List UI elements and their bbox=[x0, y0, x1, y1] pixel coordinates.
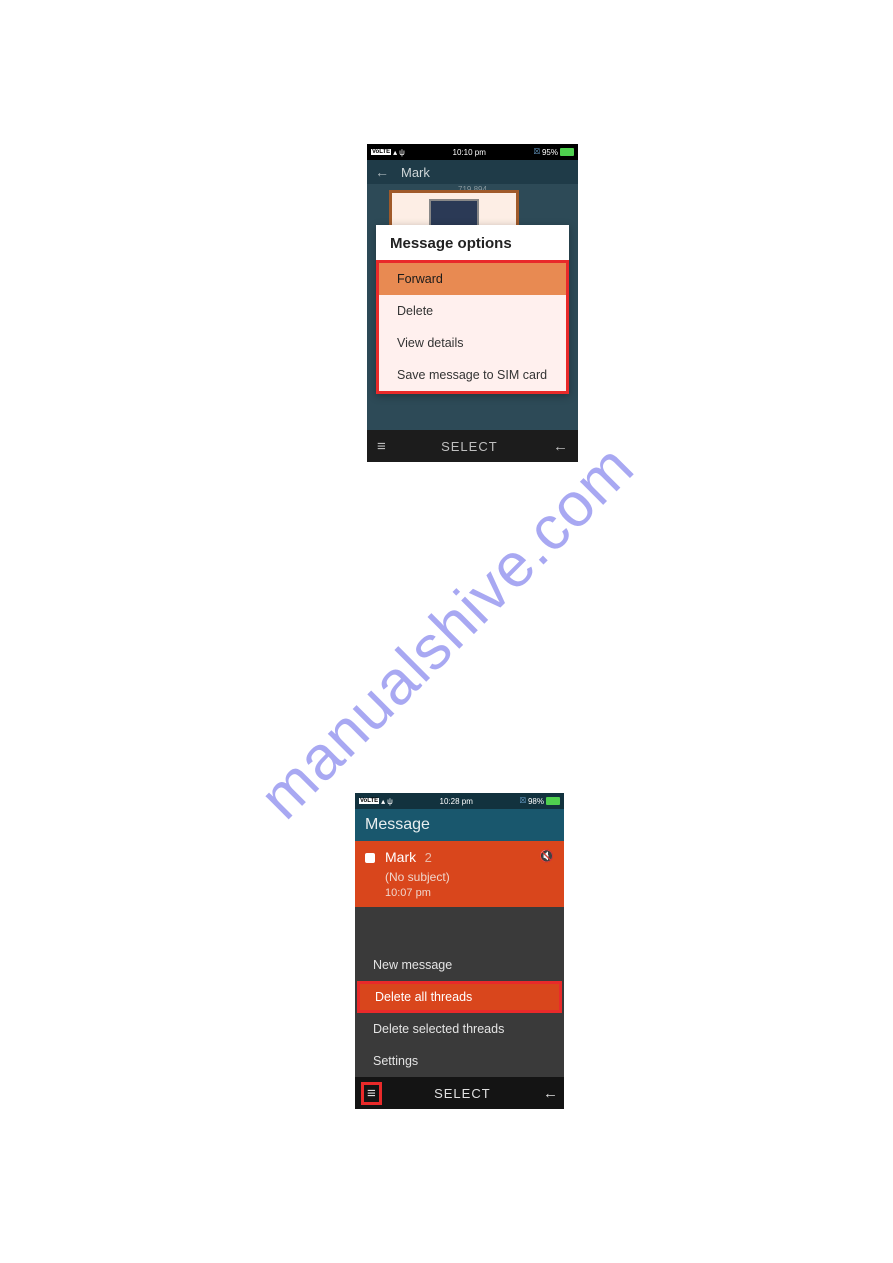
battery-percent: 98% bbox=[528, 797, 544, 806]
thread-name: Mark bbox=[385, 849, 416, 865]
battery-percent: 95% bbox=[542, 148, 558, 157]
menu-new-message[interactable]: New message bbox=[355, 949, 564, 981]
status-bar: VoLTE ▴ ψ 10:28 pm ⮽ 98% bbox=[355, 793, 564, 809]
soft-key-bar: ≡ SELECT ← bbox=[367, 430, 578, 462]
app-title: Message bbox=[365, 816, 430, 834]
select-key[interactable]: SELECT bbox=[434, 1086, 491, 1101]
option-save-to-sim[interactable]: Save message to SIM card bbox=[379, 359, 566, 391]
status-bar: VoLTE ▴ ψ 10:10 pm ⮽ 95% bbox=[367, 144, 578, 160]
option-delete[interactable]: Delete bbox=[379, 295, 566, 327]
bluetooth-icon: ⮽ bbox=[520, 796, 526, 806]
menu-icon[interactable]: ≡ bbox=[377, 438, 386, 455]
menu-settings[interactable]: Settings bbox=[355, 1045, 564, 1077]
bluetooth-icon: ⮽ bbox=[534, 147, 540, 157]
signal-icon: ▴ bbox=[393, 148, 397, 157]
dialog-options-highlight: Forward Delete View details Save message… bbox=[376, 260, 569, 394]
watermark-text: manualshive.com bbox=[246, 431, 648, 833]
soft-key-bar: ≡ SELECT ← bbox=[355, 1077, 564, 1109]
contact-name: Mark bbox=[401, 165, 430, 180]
back-key-icon[interactable]: ← bbox=[543, 1085, 558, 1102]
thread-info: Mark 2 (No subject) 10:07 pm bbox=[385, 849, 554, 899]
battery-icon bbox=[560, 148, 574, 156]
status-time: 10:10 pm bbox=[453, 148, 486, 157]
thread-time: 10:07 pm bbox=[385, 887, 554, 899]
signal-icon: ▴ bbox=[381, 797, 385, 806]
back-key-icon[interactable]: ← bbox=[553, 438, 568, 455]
screenshot-message-options: VoLTE ▴ ψ 10:10 pm ⮽ 95% ← Mark 719 894 … bbox=[367, 144, 578, 462]
app-header: Message bbox=[355, 809, 564, 841]
thread-row[interactable]: Mark 2 (No subject) 10:07 pm 🔇 bbox=[355, 841, 564, 907]
menu-icon[interactable]: ≡ bbox=[367, 1086, 376, 1101]
thread-count: 2 bbox=[425, 850, 432, 865]
usb-icon: ψ bbox=[399, 148, 405, 157]
screenshot-message-list: VoLTE ▴ ψ 10:28 pm ⮽ 98% Message Mark 2 … bbox=[355, 793, 564, 1109]
mute-icon: 🔇 bbox=[539, 849, 554, 863]
option-view-details[interactable]: View details bbox=[379, 327, 566, 359]
message-options-dialog: Message options Forward Delete View deta… bbox=[376, 225, 569, 394]
checkbox-icon[interactable] bbox=[365, 853, 375, 863]
back-icon[interactable]: ← bbox=[375, 164, 389, 180]
select-key[interactable]: SELECT bbox=[441, 439, 498, 454]
menu-key-highlight: ≡ bbox=[361, 1082, 382, 1105]
usb-icon: ψ bbox=[387, 797, 393, 806]
menu-delete-selected-threads[interactable]: Delete selected threads bbox=[355, 1013, 564, 1045]
conversation-header: ← Mark bbox=[367, 160, 578, 184]
volte-icon: VoLTE bbox=[371, 149, 391, 155]
volte-icon: VoLTE bbox=[359, 798, 379, 804]
status-time: 10:28 pm bbox=[440, 797, 473, 806]
dialog-title: Message options bbox=[376, 225, 569, 260]
menu-delete-all-threads[interactable]: Delete all threads bbox=[357, 981, 562, 1013]
context-menu: New message Delete all threads Delete se… bbox=[355, 949, 564, 1077]
option-forward[interactable]: Forward bbox=[379, 263, 566, 295]
thread-subject: (No subject) bbox=[385, 870, 554, 884]
battery-icon bbox=[546, 797, 560, 805]
